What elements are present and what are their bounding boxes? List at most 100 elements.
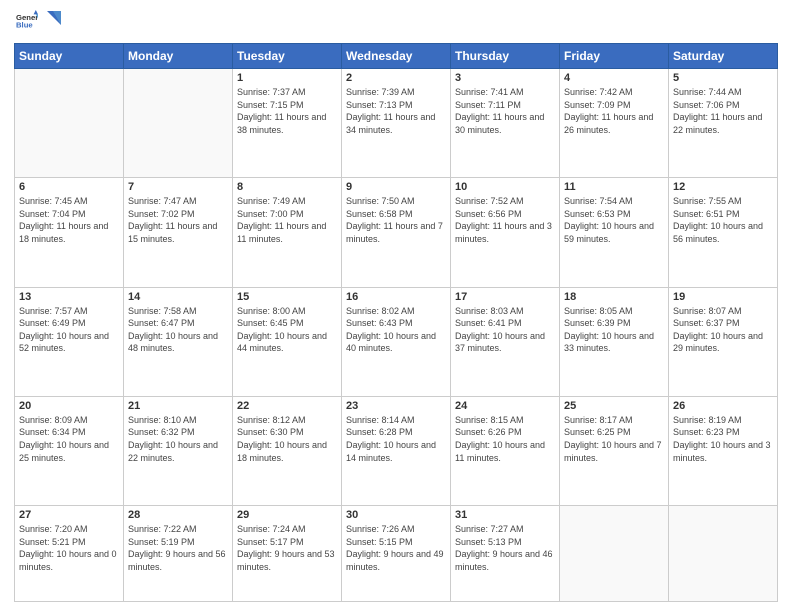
- week-row-0: 1Sunrise: 7:37 AM Sunset: 7:15 PM Daylig…: [15, 69, 778, 178]
- day-info: Sunrise: 7:49 AM Sunset: 7:00 PM Dayligh…: [237, 195, 337, 245]
- day-number: 13: [19, 291, 119, 303]
- day-info: Sunrise: 7:58 AM Sunset: 6:47 PM Dayligh…: [128, 305, 228, 355]
- weekday-header-monday: Monday: [124, 44, 233, 69]
- week-row-1: 6 Sunrise: 7:45 AM Sunset: 7:04 PM Daylig…: [15, 178, 778, 287]
- day-info: Sunrise: 8:07 AM Sunset: 6:37 PM Dayligh…: [673, 305, 773, 355]
- day-number: 6: [19, 181, 119, 193]
- day-number: 14: [128, 291, 228, 303]
- day-number: 16: [346, 291, 446, 303]
- day-number: 2: [346, 72, 446, 84]
- day-number: 27: [19, 509, 119, 521]
- day-info: Sunrise: 7:52 AM Sunset: 6:56 PM Dayligh…: [455, 195, 555, 245]
- logo-icon: General Blue: [16, 10, 38, 32]
- day-info: Sunrise: 7:45 AM Sunset: 7:04 PM Dayligh…: [19, 195, 119, 245]
- day-info: Sunrise: 7:55 AM Sunset: 6:51 PM Dayligh…: [673, 195, 773, 245]
- weekday-header-row: SundayMondayTuesdayWednesdayThursdayFrid…: [15, 44, 778, 69]
- weekday-header-tuesday: Tuesday: [233, 44, 342, 69]
- day-info: Sunrise: 7:27 AM Sunset: 5:13 PM Dayligh…: [455, 523, 555, 573]
- day-info: Sunrise: 7:24 AM Sunset: 5:17 PM Dayligh…: [237, 523, 337, 573]
- calendar-cell: 15 Sunrise: 8:00 AM Sunset: 6:45 PM Dayli…: [233, 287, 342, 396]
- calendar-cell: [560, 506, 669, 602]
- calendar-cell: [15, 69, 124, 178]
- calendar-cell: 6 Sunrise: 7:45 AM Sunset: 7:04 PM Daylig…: [15, 178, 124, 287]
- calendar-cell: 30 Sunrise: 7:26 AM Sunset: 5:15 PM Dayli…: [342, 506, 451, 602]
- day-number: 18: [564, 291, 664, 303]
- day-number: 25: [564, 400, 664, 412]
- day-info: Sunrise: 8:15 AM Sunset: 6:26 PM Dayligh…: [455, 414, 555, 464]
- calendar-cell: 9Sunrise: 7:50 AM Sunset: 6:58 PM Daylig…: [342, 178, 451, 287]
- calendar-cell: 5Sunrise: 7:44 AM Sunset: 7:06 PM Daylig…: [669, 69, 778, 178]
- calendar-cell: 4 Sunrise: 7:42 AM Sunset: 7:09 PM Daylig…: [560, 69, 669, 178]
- day-number: 26: [673, 400, 773, 412]
- day-info: Sunrise: 8:19 AM Sunset: 6:23 PM Dayligh…: [673, 414, 773, 464]
- day-info: Sunrise: 8:02 AM Sunset: 6:43 PM Dayligh…: [346, 305, 446, 355]
- day-number: 22: [237, 400, 337, 412]
- logo-arrow-icon: [43, 11, 61, 29]
- calendar-cell: 24 Sunrise: 8:15 AM Sunset: 6:26 PM Dayli…: [451, 396, 560, 505]
- day-info: Sunrise: 7:20 AM Sunset: 5:21 PM Dayligh…: [19, 523, 119, 573]
- day-number: 28: [128, 509, 228, 521]
- weekday-header-friday: Friday: [560, 44, 669, 69]
- calendar-cell: 18 Sunrise: 8:05 AM Sunset: 6:39 PM Dayli…: [560, 287, 669, 396]
- calendar-cell: 28 Sunrise: 7:22 AM Sunset: 5:19 PM Dayli…: [124, 506, 233, 602]
- calendar-table: SundayMondayTuesdayWednesdayThursdayFrid…: [14, 43, 778, 602]
- day-info: Sunrise: 8:00 AM Sunset: 6:45 PM Dayligh…: [237, 305, 337, 355]
- day-number: 4: [564, 72, 664, 84]
- week-row-2: 13 Sunrise: 7:57 AM Sunset: 6:49 PM Dayli…: [15, 287, 778, 396]
- calendar-cell: 16 Sunrise: 8:02 AM Sunset: 6:43 PM Dayli…: [342, 287, 451, 396]
- day-number: 20: [19, 400, 119, 412]
- day-info: Sunrise: 7:57 AM Sunset: 6:49 PM Dayligh…: [19, 305, 119, 355]
- day-number: 30: [346, 509, 446, 521]
- logo: General Blue: [14, 10, 61, 37]
- weekday-header-sunday: Sunday: [15, 44, 124, 69]
- calendar-cell: 22 Sunrise: 8:12 AM Sunset: 6:30 PM Dayli…: [233, 396, 342, 505]
- day-number: 10: [455, 181, 555, 193]
- day-number: 24: [455, 400, 555, 412]
- day-number: 15: [237, 291, 337, 303]
- calendar-cell: 14 Sunrise: 7:58 AM Sunset: 6:47 PM Dayli…: [124, 287, 233, 396]
- day-number: 9: [346, 181, 446, 193]
- calendar-cell: 12Sunrise: 7:55 AM Sunset: 6:51 PM Dayli…: [669, 178, 778, 287]
- day-info: Sunrise: 7:37 AM Sunset: 7:15 PM Dayligh…: [237, 86, 337, 136]
- day-info: Sunrise: 8:05 AM Sunset: 6:39 PM Dayligh…: [564, 305, 664, 355]
- day-info: Sunrise: 8:14 AM Sunset: 6:28 PM Dayligh…: [346, 414, 446, 464]
- day-number: 7: [128, 181, 228, 193]
- calendar-cell: 19Sunrise: 8:07 AM Sunset: 6:37 PM Dayli…: [669, 287, 778, 396]
- calendar-cell: 17Sunrise: 8:03 AM Sunset: 6:41 PM Dayli…: [451, 287, 560, 396]
- calendar-cell: 29Sunrise: 7:24 AM Sunset: 5:17 PM Dayli…: [233, 506, 342, 602]
- calendar-cell: 8 Sunrise: 7:49 AM Sunset: 7:00 PM Daylig…: [233, 178, 342, 287]
- day-info: Sunrise: 8:10 AM Sunset: 6:32 PM Dayligh…: [128, 414, 228, 464]
- day-info: Sunrise: 7:54 AM Sunset: 6:53 PM Dayligh…: [564, 195, 664, 245]
- day-number: 5: [673, 72, 773, 84]
- calendar-cell: 23Sunrise: 8:14 AM Sunset: 6:28 PM Dayli…: [342, 396, 451, 505]
- calendar-cell: 2Sunrise: 7:39 AM Sunset: 7:13 PM Daylig…: [342, 69, 451, 178]
- calendar-cell: 26 Sunrise: 8:19 AM Sunset: 6:23 PM Dayli…: [669, 396, 778, 505]
- calendar-cell: 10 Sunrise: 7:52 AM Sunset: 6:56 PM Dayli…: [451, 178, 560, 287]
- svg-text:Blue: Blue: [16, 21, 33, 30]
- calendar-cell: [669, 506, 778, 602]
- week-row-4: 27 Sunrise: 7:20 AM Sunset: 5:21 PM Dayli…: [15, 506, 778, 602]
- day-info: Sunrise: 7:26 AM Sunset: 5:15 PM Dayligh…: [346, 523, 446, 573]
- weekday-header-thursday: Thursday: [451, 44, 560, 69]
- day-info: Sunrise: 7:41 AM Sunset: 7:11 PM Dayligh…: [455, 86, 555, 136]
- day-info: Sunrise: 7:47 AM Sunset: 7:02 PM Dayligh…: [128, 195, 228, 245]
- day-number: 11: [564, 181, 664, 193]
- calendar-cell: 13 Sunrise: 7:57 AM Sunset: 6:49 PM Dayli…: [15, 287, 124, 396]
- week-row-3: 20Sunrise: 8:09 AM Sunset: 6:34 PM Dayli…: [15, 396, 778, 505]
- day-number: 3: [455, 72, 555, 84]
- calendar-cell: 31Sunrise: 7:27 AM Sunset: 5:13 PM Dayli…: [451, 506, 560, 602]
- calendar-cell: 21 Sunrise: 8:10 AM Sunset: 6:32 PM Dayli…: [124, 396, 233, 505]
- day-info: Sunrise: 8:12 AM Sunset: 6:30 PM Dayligh…: [237, 414, 337, 464]
- calendar-cell: 7 Sunrise: 7:47 AM Sunset: 7:02 PM Daylig…: [124, 178, 233, 287]
- weekday-header-wednesday: Wednesday: [342, 44, 451, 69]
- day-info: Sunrise: 7:22 AM Sunset: 5:19 PM Dayligh…: [128, 523, 228, 573]
- calendar-cell: 20Sunrise: 8:09 AM Sunset: 6:34 PM Dayli…: [15, 396, 124, 505]
- calendar-cell: [124, 69, 233, 178]
- day-number: 8: [237, 181, 337, 193]
- calendar-cell: 11 Sunrise: 7:54 AM Sunset: 6:53 PM Dayli…: [560, 178, 669, 287]
- day-number: 21: [128, 400, 228, 412]
- header: General Blue: [14, 10, 778, 37]
- day-info: Sunrise: 7:42 AM Sunset: 7:09 PM Dayligh…: [564, 86, 664, 136]
- weekday-header-saturday: Saturday: [669, 44, 778, 69]
- day-info: Sunrise: 8:17 AM Sunset: 6:25 PM Dayligh…: [564, 414, 664, 464]
